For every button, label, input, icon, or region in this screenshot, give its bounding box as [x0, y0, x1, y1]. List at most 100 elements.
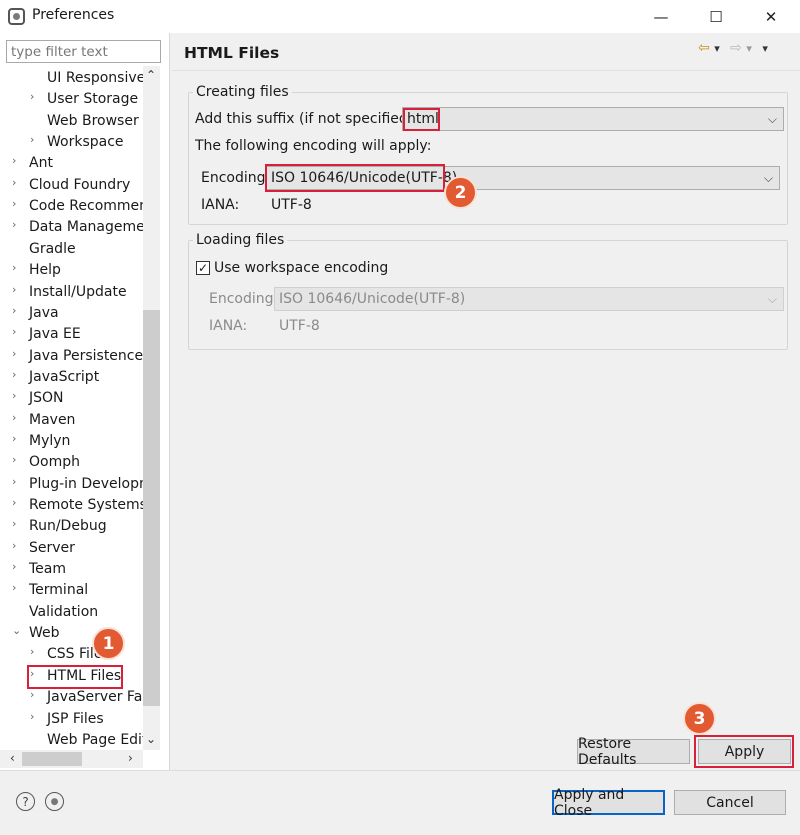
chevron-right-icon[interactable]: ›	[12, 283, 22, 296]
tree-item[interactable]: Web	[29, 623, 60, 644]
chevron-right-icon[interactable]: ›	[12, 581, 22, 594]
tree-horizontal-scroll-thumb[interactable]	[22, 752, 82, 766]
eclipse-app-icon	[8, 8, 25, 25]
footer-separator	[0, 770, 800, 771]
encoding-intro-label: The following encoding will apply:	[195, 138, 432, 154]
forward-arrow-icon[interactable]: ⇨	[730, 40, 742, 56]
chevron-right-icon[interactable]: ›	[12, 411, 22, 424]
back-arrow-icon[interactable]: ⇦	[698, 40, 710, 56]
apply-and-close-button[interactable]: Apply and Close	[552, 787, 665, 819]
restore-defaults-button[interactable]: Restore Defaults	[577, 736, 690, 768]
minimize-button[interactable]: —	[638, 0, 684, 33]
chevron-right-icon[interactable]: ›	[12, 368, 22, 381]
maximize-button[interactable]: ☐	[693, 0, 739, 33]
tree-item[interactable]: Java Persistence	[29, 346, 143, 367]
loading-encoding-combo: ISO 10646/Unicode(UTF-8) ⌵	[274, 287, 784, 311]
chevron-right-icon[interactable]: ›	[12, 176, 22, 189]
chevron-right-icon[interactable]: ›	[30, 710, 40, 723]
chevron-down-icon: ⌵	[767, 292, 777, 306]
chevron-right-icon[interactable]: ›	[12, 304, 22, 317]
forward-menu-icon[interactable]: ▾	[746, 42, 752, 55]
window-title: Preferences	[32, 7, 115, 23]
chevron-right-icon[interactable]: ›	[12, 496, 22, 509]
apply-highlight	[694, 735, 794, 768]
scroll-down-icon[interactable]: ⌄	[146, 732, 156, 746]
tree-item[interactable]: Validation	[29, 602, 98, 623]
annotation-badge-2: 2	[444, 176, 477, 209]
chevron-right-icon[interactable]: ›	[12, 261, 22, 274]
tree-item[interactable]: Team	[29, 559, 66, 580]
loading-encoding-value: ISO 10646/Unicode(UTF-8)	[279, 291, 466, 307]
chevron-right-icon[interactable]: ›	[12, 197, 22, 210]
tree-item[interactable]: JSP Files	[47, 709, 104, 730]
tree-item[interactable]: Ant	[29, 153, 53, 174]
tree-item[interactable]: Web Browser	[47, 111, 139, 132]
use-workspace-label[interactable]: Use workspace encoding	[214, 260, 388, 276]
tree-item[interactable]: Remote Systems	[29, 495, 143, 516]
chevron-right-icon[interactable]: ›	[12, 347, 22, 360]
tree-item[interactable]: Help	[29, 260, 61, 281]
scroll-up-icon[interactable]: ⌃	[146, 68, 156, 82]
tree-item[interactable]: Data Managemen	[29, 217, 143, 238]
chevron-right-icon[interactable]: ›	[12, 325, 22, 338]
chevron-right-icon[interactable]: ›	[12, 218, 22, 231]
chevron-right-icon[interactable]: ›	[12, 432, 22, 445]
help-icon[interactable]: ?	[16, 792, 35, 811]
tree-item[interactable]: JSON	[29, 388, 64, 409]
tree-item[interactable]: Maven	[29, 410, 75, 431]
tree-item[interactable]: JavaScript	[29, 367, 99, 388]
tree-item[interactable]: UI Responsiven	[47, 68, 143, 89]
tree-item[interactable]: Java	[29, 303, 59, 324]
info-icon[interactable]: ●	[45, 792, 64, 811]
chevron-right-icon[interactable]: ›	[12, 154, 22, 167]
chevron-right-icon[interactable]: ›	[12, 560, 22, 573]
chevron-right-icon[interactable]: ›	[30, 90, 40, 103]
page-title: HTML Files	[184, 44, 280, 62]
tree-item[interactable]: Gradle	[29, 239, 76, 260]
chevron-right-icon[interactable]: ›	[30, 645, 40, 658]
chevron-right-icon[interactable]: ›	[12, 475, 22, 488]
chevron-right-icon[interactable]: ›	[30, 133, 40, 146]
tree-item[interactable]: Terminal	[29, 580, 88, 601]
tree-item[interactable]: Cloud Foundry	[29, 175, 130, 196]
creating-iana-value: UTF-8	[271, 197, 312, 213]
suffix-combo[interactable]: html ⌵	[402, 107, 784, 131]
tree-item[interactable]: JavaServer Faces	[47, 687, 143, 708]
scroll-right-icon[interactable]: ›	[128, 751, 133, 765]
chevron-right-icon[interactable]: ›	[30, 688, 40, 701]
filter-input[interactable]	[6, 40, 161, 63]
chevron-down-icon: ⌵	[767, 112, 777, 126]
loading-encoding-label: Encoding:	[209, 291, 279, 307]
close-button[interactable]: ✕	[748, 0, 794, 33]
chevron-right-icon[interactable]: ›	[12, 389, 22, 402]
tree-vertical-scroll-thumb[interactable]	[143, 310, 160, 706]
loading-files-title: Loading files	[193, 232, 288, 248]
creating-encoding-label: Encoding:	[201, 170, 271, 186]
cancel-button[interactable]: Cancel	[674, 790, 786, 815]
scroll-left-icon[interactable]: ‹	[10, 751, 15, 765]
header-separator	[172, 70, 800, 71]
creating-iana-label: IANA:	[201, 197, 240, 213]
chevron-right-icon[interactable]: ›	[12, 453, 22, 466]
tree-item[interactable]: Workspace	[47, 132, 124, 153]
use-workspace-checkbox[interactable]: ✓	[196, 261, 210, 275]
creating-files-title: Creating files	[193, 84, 292, 100]
tree-item[interactable]: Install/Update	[29, 282, 127, 303]
chevron-right-icon[interactable]: ›	[12, 517, 22, 530]
tree-item[interactable]: Oomph	[29, 452, 80, 473]
view-menu-icon[interactable]: ▾	[762, 42, 768, 55]
tree-item[interactable]: Plug-in Developm	[29, 474, 143, 495]
chevron-down-icon[interactable]: ⌄	[12, 624, 22, 637]
tree-item[interactable]: User Storage Se	[47, 89, 143, 110]
tree-item[interactable]: Code Recommen	[29, 196, 143, 217]
tree-item[interactable]: Web Page Editor	[47, 730, 143, 750]
back-menu-icon[interactable]: ▾	[714, 42, 720, 55]
encoding-highlight	[265, 164, 445, 192]
chevron-down-icon: ⌵	[763, 171, 773, 185]
tree-item[interactable]: Run/Debug	[29, 516, 107, 537]
tree-item[interactable]: Server	[29, 538, 75, 559]
tree-item[interactable]: Java EE	[29, 324, 81, 345]
chevron-right-icon[interactable]: ›	[12, 539, 22, 552]
tree-item[interactable]: Mylyn	[29, 431, 70, 452]
suffix-highlight	[403, 108, 440, 131]
